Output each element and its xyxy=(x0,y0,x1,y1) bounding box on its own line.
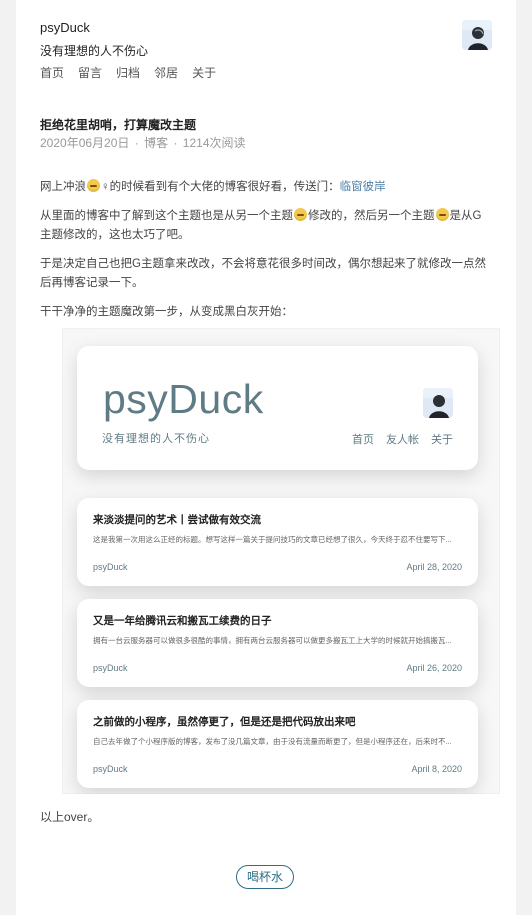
paragraph-text: 网上冲浪 xyxy=(40,181,86,193)
post-closing-text: 以上over。 xyxy=(40,810,100,824)
site-nav: 首页 留言 归档 邻居 关于 xyxy=(40,64,216,81)
post-views: 1214次阅读 xyxy=(182,136,246,150)
article-date: April 26, 2020 xyxy=(406,663,462,673)
article-excerpt: 自己去年做了个小程序版的博客，发布了没几篇文章，由于没有流量而断更了，但是小程序… xyxy=(93,737,452,746)
paragraph-4: 干干净净的主题魔改第一步，从变成黑白灰开始： xyxy=(40,306,293,318)
paragraph-2: 从里面的博客中了解到这个主题也是从另一个主题 修改的，然后另一个主题 是从G主题修改… xyxy=(40,207,492,245)
article-title: 来淡淡提问的艺术丨尝试做有效交流 xyxy=(93,514,261,526)
post-content: 网上冲浪 ♀的时候看到有个大佬的博客很好看，传送门：临窗彼岸 从里面的博客中了解到… xyxy=(40,178,492,332)
paragraph-3: 于是决定自己也把G主题拿来改改，不会将意花很多时间改，偶尔想起来了就修改一点然后… xyxy=(40,258,486,289)
article-excerpt: 这是我第一次用这么正经的标题。想写这样一篇关于提问技巧的文章已经想了很久，今天终… xyxy=(93,535,452,544)
article-title: 又是一年给腾讯云和搬瓦工续费的日子 xyxy=(93,615,272,627)
meta-separator: · xyxy=(134,136,139,150)
article-date: April 8, 2020 xyxy=(411,764,462,774)
emoji-icon xyxy=(294,208,307,221)
screenshot-tagline: 没有理想的人不伤心 xyxy=(102,433,210,445)
avatar-icon xyxy=(423,388,453,418)
article-author: psyDuck xyxy=(93,562,128,572)
nav-archive[interactable]: 归档 xyxy=(116,64,140,81)
site-title[interactable]: psyDuck xyxy=(40,20,90,35)
post-category[interactable]: 博客 xyxy=(144,136,168,150)
article-title: 之前做的小程序，虽然停更了，但是还是把代码放出来吧 xyxy=(93,716,356,728)
site-description: 没有理想的人不伤心 xyxy=(40,44,149,58)
article-excerpt: 拥有一台云服务器可以做很多很酷的事情，拥有两台云服务器可以做更多搬瓦工上大学的时… xyxy=(93,636,452,645)
screenshot-nav-home: 首页 xyxy=(352,434,374,446)
site-header: psyDuck 没有理想的人不伤心 首页 留言 归档 邻居 关于 xyxy=(40,20,492,90)
article-date: April 28, 2020 xyxy=(406,562,462,572)
screenshot-nav-friends: 友人帐 xyxy=(386,434,419,446)
screenshot-article-card: 来淡淡提问的艺术丨尝试做有效交流 这是我第一次用这么正经的标题。想写这样一篇关于… xyxy=(77,498,478,586)
paragraph-text: 从里面的博客中了解到这个主题也是从另一个主题 xyxy=(40,210,293,222)
article-author: psyDuck xyxy=(93,764,128,774)
meta-separator: · xyxy=(173,136,178,150)
screenshot-nav: 首页 友人帐 关于 xyxy=(352,431,453,447)
avatar-icon[interactable] xyxy=(462,20,492,50)
emoji-icon xyxy=(87,179,100,192)
post-date: 2020年06月20日 xyxy=(40,136,130,150)
nav-about[interactable]: 关于 xyxy=(192,64,216,81)
nav-home[interactable]: 首页 xyxy=(40,64,64,81)
emoji-icon xyxy=(435,208,449,221)
article-author: psyDuck xyxy=(93,663,128,673)
blog-link[interactable]: 临窗彼岸 xyxy=(340,181,386,193)
paragraph-1: 网上冲浪 ♀的时候看到有个大佬的博客很好看，传送门：临窗彼岸 xyxy=(40,178,492,197)
post-title: 拒绝花里胡哨，打算魔改主题 xyxy=(40,118,197,132)
screenshot-article-card: 之前做的小程序，虽然停更了，但是还是把代码放出来吧 自己去年做了个小程序版的博客… xyxy=(77,700,478,788)
post-meta: 2020年06月20日 · 博客 · 1214次阅读 xyxy=(40,134,246,151)
screenshot-nav-about: 关于 xyxy=(431,434,453,446)
screenshot-article-card: 又是一年给腾讯云和搬瓦工续费的日子 拥有一台云服务器可以做很多很酷的事情，拥有两… xyxy=(77,599,478,687)
tip-button[interactable]: 喝杯水 xyxy=(236,865,294,889)
nav-guestbook[interactable]: 留言 xyxy=(78,64,102,81)
paragraph-text: 修改的，然后另一个主题 xyxy=(308,210,435,222)
post-screenshot: psyDuck 没有理想的人不伤心 首页 友人帐 关于 来淡淡提问的艺术丨尝试做… xyxy=(62,328,500,794)
screenshot-header-card: psyDuck 没有理想的人不伤心 首页 友人帐 关于 xyxy=(77,346,478,470)
screenshot-logo: psyDuck xyxy=(103,376,264,422)
page: psyDuck 没有理想的人不伤心 首页 留言 归档 邻居 关于 拒绝花里胡哨，… xyxy=(16,0,516,915)
nav-neighbors[interactable]: 邻居 xyxy=(154,64,178,81)
paragraph-text: ♀的时候看到有个大佬的博客很好看，传送门： xyxy=(101,181,340,193)
